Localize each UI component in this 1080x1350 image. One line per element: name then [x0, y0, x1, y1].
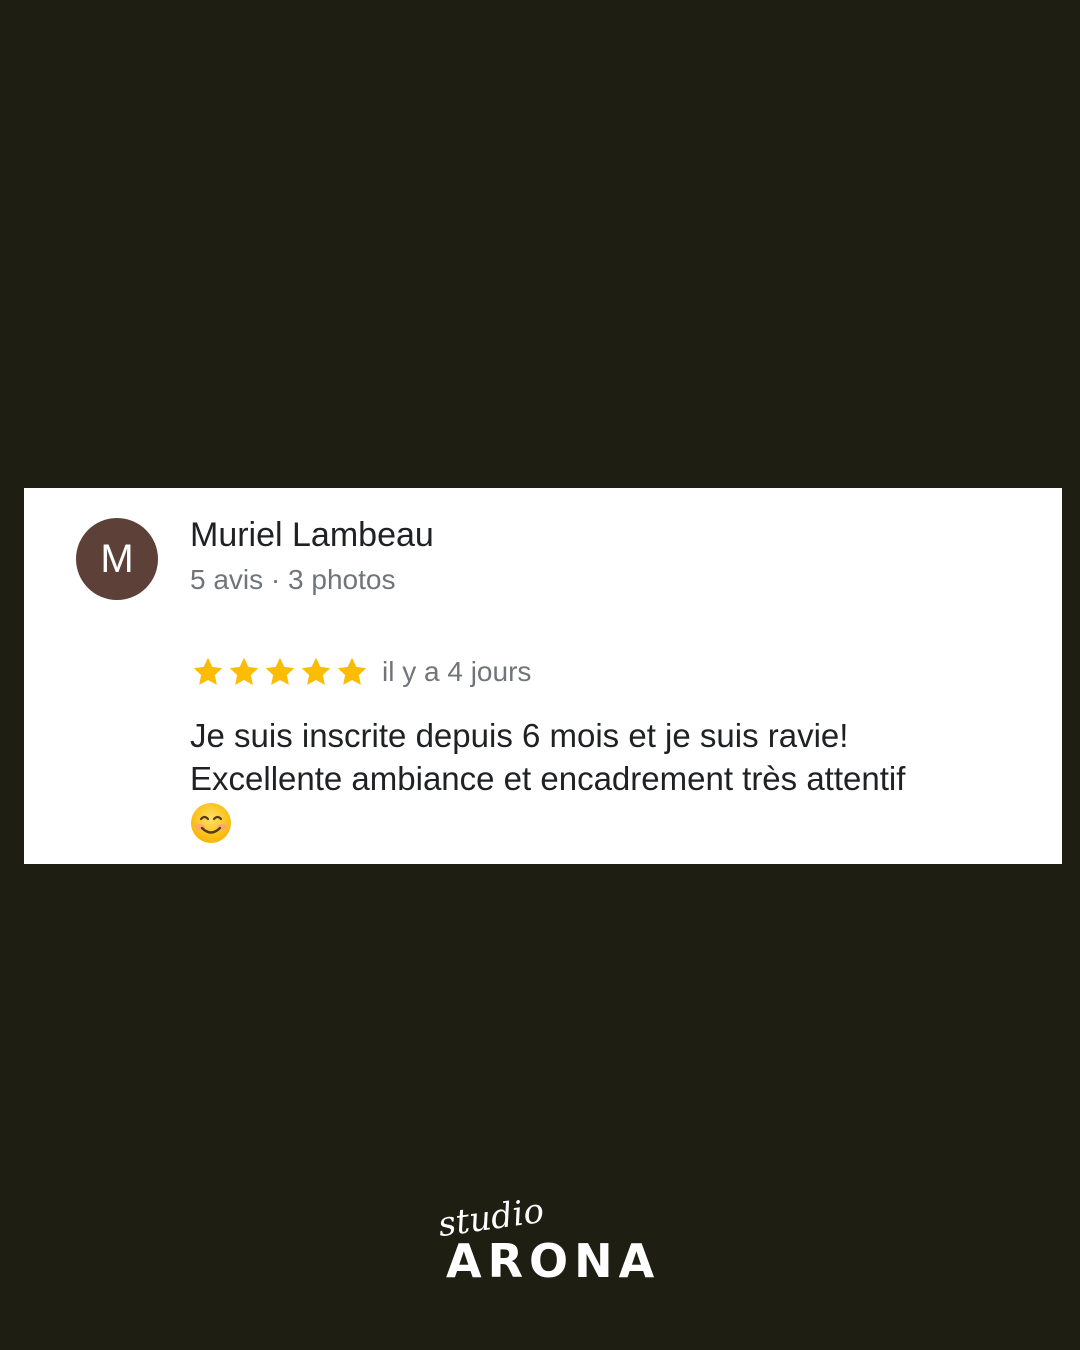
- logo-main-text: ARONA: [446, 1234, 661, 1288]
- review-text: Je suis inscrite depuis 6 mois et je sui…: [190, 714, 1030, 844]
- review-card: M Muriel Lambeau 5 avis · 3 photos il y …: [24, 488, 1062, 864]
- star-rating: [190, 654, 370, 690]
- avatar[interactable]: M: [76, 518, 158, 600]
- review-time: il y a 4 jours: [382, 656, 532, 687]
- reviewer-meta: 5 avis · 3 photos: [190, 564, 396, 595]
- star-icon: [301, 657, 331, 685]
- review-text-line: Je suis inscrite depuis 6 mois et je sui…: [190, 717, 849, 754]
- star-icon: [229, 657, 259, 685]
- smiling-face-icon: [191, 803, 231, 843]
- studio-arona-logo: studio ARONA: [430, 1191, 654, 1288]
- star-icon: [265, 657, 295, 685]
- star-icon: [337, 657, 367, 685]
- rating-row: il y a 4 jours: [190, 652, 531, 692]
- review-text-line: Excellente ambiance et encadrement très …: [190, 760, 906, 797]
- reviewer-name[interactable]: Muriel Lambeau: [190, 516, 434, 555]
- star-icon: [193, 657, 223, 685]
